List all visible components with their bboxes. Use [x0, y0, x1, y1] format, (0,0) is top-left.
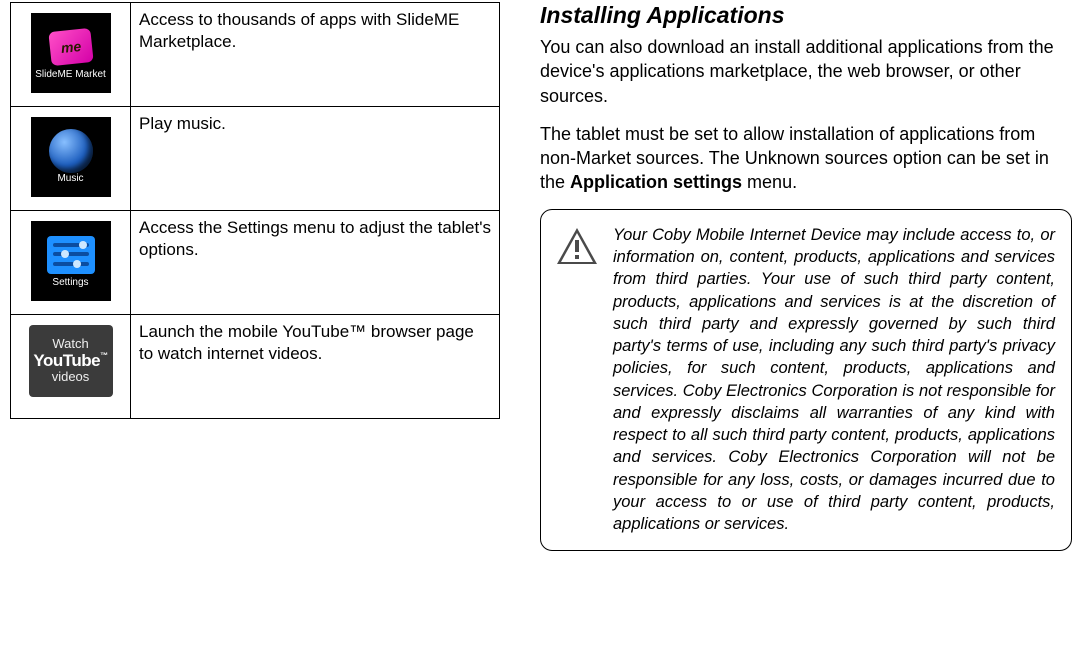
music-glyph: [49, 129, 93, 173]
icon-label: Music: [57, 173, 83, 184]
installing-para2: The tablet must be set to allow installa…: [540, 122, 1072, 195]
youtube-watch-label: Watch: [52, 337, 88, 351]
app-settings-bold: Application settings: [570, 172, 742, 192]
icon-cell: Settings: [11, 211, 131, 315]
icon-label: SlideME Market: [35, 69, 106, 80]
installing-para1: You can also download an install additio…: [540, 35, 1072, 108]
table-row: Watch YouTube™ videos Launch the mobile …: [11, 315, 500, 419]
right-column: Installing Applications You can also dow…: [540, 2, 1080, 667]
warning-icon: [555, 226, 599, 266]
table-row: Music Play music.: [11, 107, 500, 211]
icon-cell: me SlideME Market: [11, 3, 131, 107]
warning-box: Your Coby Mobile Internet Device may inc…: [540, 209, 1072, 551]
settings-icon: Settings: [31, 221, 111, 301]
apps-table: me SlideME Market Access to thousands of…: [10, 2, 500, 419]
slideme-glyph: me: [48, 27, 93, 65]
app-description: Access to thousands of apps with SlideME…: [131, 3, 500, 107]
table-row: me SlideME Market Access to thousands of…: [11, 3, 500, 107]
youtube-icon: Watch YouTube™ videos: [29, 325, 113, 397]
icon-label: Settings: [52, 277, 88, 288]
left-column: me SlideME Market Access to thousands of…: [10, 2, 500, 667]
youtube-logo-text: YouTube™: [33, 352, 107, 371]
app-description: Play music.: [131, 107, 500, 211]
table-row: Settings Access the Settings menu to adj…: [11, 211, 500, 315]
icon-cell: Watch YouTube™ videos: [11, 315, 131, 419]
warning-text: Your Coby Mobile Internet Device may inc…: [613, 224, 1055, 536]
youtube-videos-label: videos: [52, 370, 90, 384]
slideme-market-icon: me SlideME Market: [31, 13, 111, 93]
app-description: Access the Settings menu to adjust the t…: [131, 211, 500, 315]
installing-heading: Installing Applications: [540, 2, 1072, 29]
app-description: Launch the mobile YouTube™ browser page …: [131, 315, 500, 419]
music-icon: Music: [31, 117, 111, 197]
settings-glyph: [47, 236, 95, 274]
icon-cell: Music: [11, 107, 131, 211]
